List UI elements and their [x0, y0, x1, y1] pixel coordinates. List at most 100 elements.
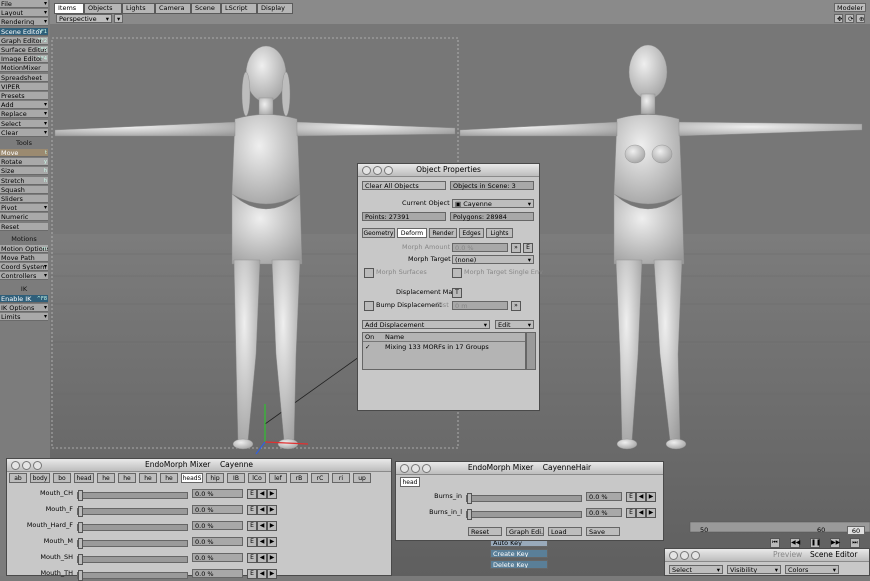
next-key-icon[interactable]: ▶: [267, 521, 277, 531]
plugin-list-scrollbar[interactable]: [526, 332, 536, 370]
sidebar-item-pivot[interactable]: Pivot ▾: [0, 204, 48, 213]
morph-group-tab[interactable]: head: [74, 473, 94, 483]
next-key-icon[interactable]: ▶: [267, 553, 277, 563]
morph-group-tab[interactable]: rC: [311, 473, 329, 483]
morph-group-tab[interactable]: body: [30, 473, 50, 483]
slider-knob[interactable]: [78, 506, 83, 517]
select-dropdown[interactable]: Select ▾: [669, 565, 723, 574]
prev-key-icon[interactable]: ◀: [636, 508, 646, 518]
envelope-icon[interactable]: E: [247, 505, 257, 515]
next-key-icon[interactable]: ▶: [267, 505, 277, 515]
tab-render[interactable]: Render: [429, 228, 457, 238]
tab-display[interactable]: Display: [257, 3, 293, 14]
sidebar-item-graph-editor[interactable]: Graph Editor ^F2: [0, 36, 48, 45]
close-icon[interactable]: [11, 461, 20, 470]
view-options-button[interactable]: ▾: [114, 14, 123, 23]
morph-group-tab[interactable]: IB: [227, 473, 245, 483]
morph-group-tab[interactable]: he: [139, 473, 157, 483]
zoom-icon[interactable]: [33, 461, 42, 470]
displacement-map-texture-button[interactable]: T: [452, 288, 462, 298]
morph-group-tab[interactable]: he: [97, 473, 115, 483]
morph-group-tab[interactable]: ri: [332, 473, 350, 483]
current-object-dropdown[interactable]: ▣ Cayenne ▾: [452, 199, 534, 208]
modeler-button[interactable]: Modeler: [834, 3, 866, 12]
minimize-icon[interactable]: [22, 461, 31, 470]
create-key-button[interactable]: Create Key: [490, 549, 548, 558]
sidebar-item-image-editor[interactable]: Image Editor ^F4: [0, 55, 48, 64]
sidebar-item-clear[interactable]: Clear ▾: [0, 128, 48, 137]
morph-slider[interactable]: [466, 509, 582, 520]
envelope-e-icon[interactable]: E: [523, 243, 533, 253]
mixer-titlebar[interactable]: EndoMorph Mixer Cayenne: [7, 459, 391, 472]
prev-key-icon[interactable]: ◀: [257, 553, 267, 563]
tab-lights[interactable]: Lights: [122, 3, 155, 14]
close-icon[interactable]: [362, 166, 371, 175]
morph-value-field[interactable]: 0.0 %: [586, 508, 622, 517]
envelope-icon[interactable]: E: [247, 521, 257, 531]
sidebar-item-coord-system[interactable]: Coord System ▾: [0, 263, 48, 272]
sidebar-item-replace[interactable]: Replace ▾: [0, 110, 48, 119]
next-key-icon[interactable]: ▶: [646, 492, 656, 502]
sidebar-item-move[interactable]: Move t: [0, 149, 48, 157]
sidebar-item-surface-editor[interactable]: Surface Editor ^F3: [0, 46, 48, 54]
slider-knob[interactable]: [78, 554, 83, 565]
morph-slider[interactable]: [77, 506, 188, 517]
go-first-icon[interactable]: ⏮: [770, 538, 780, 548]
morph-group-tab[interactable]: rB: [290, 473, 308, 483]
object-properties-titlebar[interactable]: Object Properties: [358, 164, 539, 177]
current-frame-field[interactable]: 60: [847, 526, 865, 535]
envelope-icon[interactable]: E: [247, 489, 257, 499]
morph-target-dropdown[interactable]: (none) ▾: [452, 255, 534, 264]
tab-scene[interactable]: Scene: [191, 3, 221, 14]
morph-group-tab[interactable]: he: [160, 473, 178, 483]
morph-target-single-env-checkbox[interactable]: [452, 268, 462, 278]
sidebar-item-presets[interactable]: Presets: [0, 92, 48, 100]
sidebar-item-spreadsheet[interactable]: Spreadsheet: [0, 73, 48, 82]
prev-key-icon[interactable]: ◀: [257, 521, 267, 531]
sidebar-item-move-path[interactable]: Move Path: [0, 254, 48, 262]
prev-key-icon[interactable]: ◀: [636, 492, 646, 502]
colors-dropdown[interactable]: Colors ▾: [785, 565, 839, 574]
sidebar-item-add[interactable]: Add ▾: [0, 101, 48, 110]
tab-objects[interactable]: Objects: [84, 3, 122, 14]
morph-group-tab[interactable]: hip: [206, 473, 224, 483]
morph-amount-arrow-icon[interactable]: »: [511, 243, 521, 253]
next-key-icon[interactable]: ▶: [646, 508, 656, 518]
envelope-icon[interactable]: E: [247, 537, 257, 547]
morph-slider[interactable]: [77, 554, 188, 565]
prev-key-icon[interactable]: ◀: [257, 505, 267, 515]
reset-button[interactable]: Reset: [468, 527, 502, 536]
clear-all-objects-button[interactable]: Clear All Objects: [362, 181, 446, 190]
morph-value-field[interactable]: 0.0 %: [192, 569, 243, 578]
close-icon[interactable]: [400, 464, 409, 473]
morph-group-tab[interactable]: up: [353, 473, 371, 483]
next-key-icon[interactable]: ▶: [267, 569, 277, 579]
sidebar-item-reset[interactable]: Reset: [0, 222, 48, 231]
add-displacement-dropdown[interactable]: Add Displacement ▾: [362, 320, 490, 329]
envelope-icon[interactable]: E: [247, 569, 257, 579]
tab-geometry[interactable]: Geometry: [362, 228, 395, 238]
tab-deform[interactable]: Deform: [397, 228, 427, 238]
sidebar-item-sliders[interactable]: Sliders: [0, 195, 48, 203]
minimize-icon[interactable]: [373, 166, 382, 175]
dist-field[interactable]: 0 m: [452, 301, 508, 310]
morph-slider[interactable]: [466, 493, 582, 504]
envelope-icon[interactable]: E: [626, 492, 636, 502]
morph-value-field[interactable]: 0.0 %: [192, 505, 243, 514]
morph-group-tab[interactable]: lCo: [248, 473, 266, 483]
bump-displacement-checkbox[interactable]: [364, 301, 374, 311]
tab-items[interactable]: Items: [54, 3, 84, 14]
sidebar-item-size[interactable]: Size h: [0, 167, 48, 176]
morph-group-tab[interactable]: headS: [181, 473, 203, 483]
sidebar-item-stretch[interactable]: Stretch h: [0, 176, 48, 185]
slider-knob[interactable]: [467, 509, 472, 520]
move-view-icon[interactable]: ✥: [834, 14, 843, 23]
morph-slider[interactable]: [77, 538, 188, 549]
morph-value-field[interactable]: 0.0 %: [586, 492, 622, 501]
sidebar-item-enable-ik[interactable]: Enable IK ^F8: [0, 294, 48, 303]
rotate-view-icon[interactable]: ⟳: [845, 14, 854, 23]
sidebar-item-rendering[interactable]: Rendering ▾: [0, 18, 48, 27]
plugin-enabled-check[interactable]: ✓: [365, 343, 370, 352]
minimize-icon[interactable]: [680, 551, 689, 560]
morph-amount-field[interactable]: 0.0 %: [452, 243, 508, 252]
